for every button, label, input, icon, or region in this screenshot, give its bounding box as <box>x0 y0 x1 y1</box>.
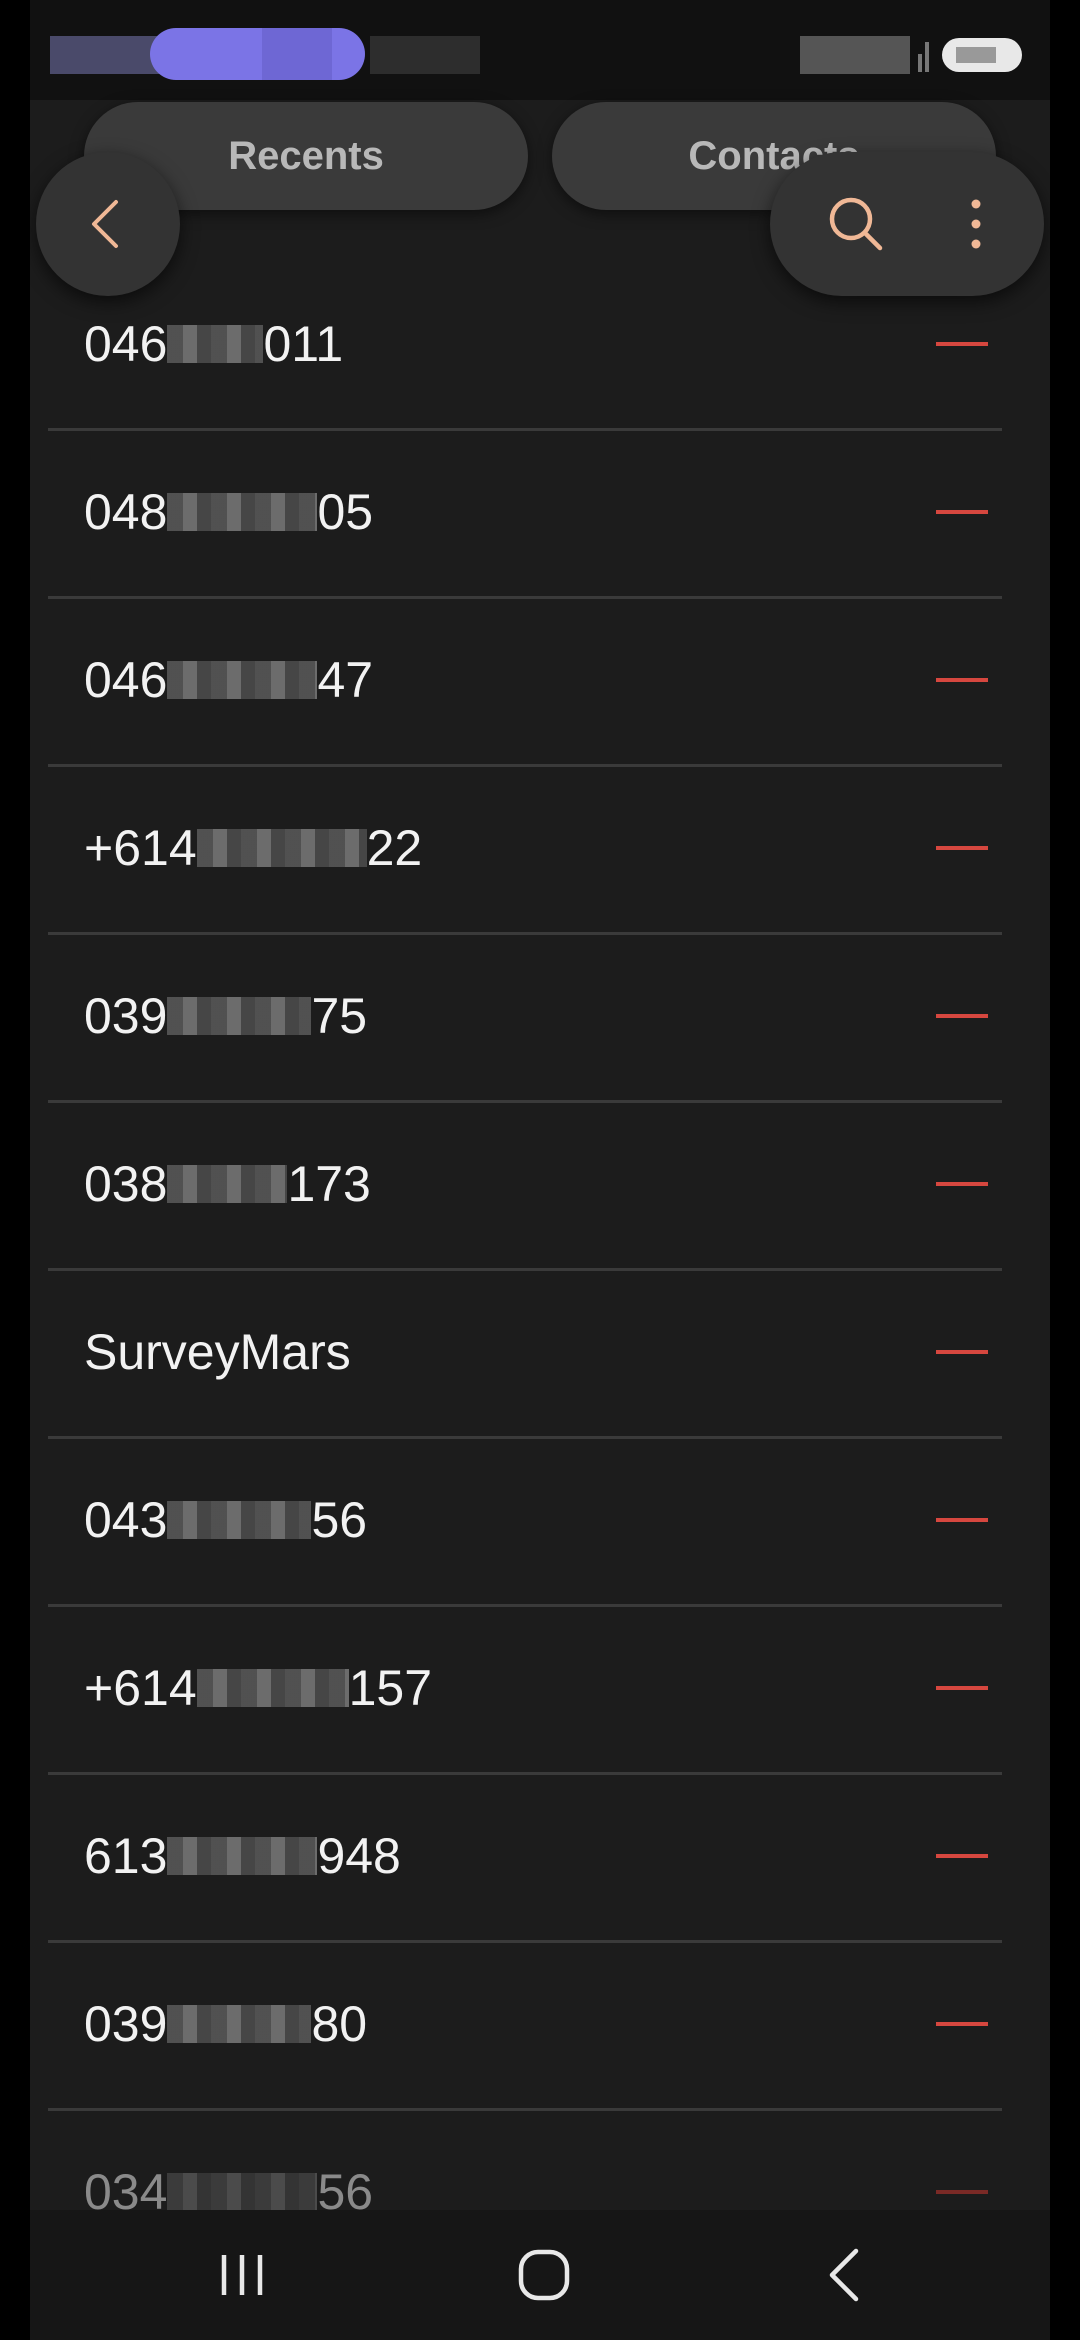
remove-button[interactable] <box>936 678 988 682</box>
recent-apps-icon <box>221 2255 263 2295</box>
redacted-digits <box>167 2005 312 2043</box>
remove-button[interactable] <box>936 1518 988 1522</box>
list-item[interactable]: 039 80 <box>48 1940 1002 2111</box>
toolbar-actions <box>770 152 1044 296</box>
navigation-bar <box>30 2210 1050 2340</box>
back-button[interactable] <box>36 152 180 296</box>
chevron-left-icon <box>92 200 118 248</box>
remove-button[interactable] <box>936 1350 988 1354</box>
blocked-contact-name: SurveyMars <box>84 1324 351 1380</box>
blocked-number: 048 05 <box>84 484 374 540</box>
redacted-digits <box>167 1501 312 1539</box>
redacted-digits <box>167 661 318 699</box>
list-item[interactable]: 048 05 <box>48 428 1002 599</box>
remove-button[interactable] <box>936 846 988 850</box>
home-button[interactable] <box>494 2230 594 2320</box>
blocked-number: 039 75 <box>84 988 368 1044</box>
redacted-digits <box>167 997 312 1035</box>
status-redacted <box>50 36 160 74</box>
back-arrow-icon <box>829 2248 859 2302</box>
redacted-digits <box>196 1669 349 1707</box>
status-redacted <box>800 36 910 74</box>
status-bar <box>30 0 1050 100</box>
redacted-digits <box>167 493 318 531</box>
blocked-number: 046 011 <box>84 316 344 372</box>
home-icon <box>518 2249 570 2301</box>
battery-icon <box>942 38 1022 72</box>
list-item[interactable]: SurveyMars <box>48 1268 1002 1439</box>
system-back-button[interactable] <box>796 2230 896 2320</box>
list-item[interactable]: 613 948 <box>48 1772 1002 1943</box>
search-button[interactable] <box>820 188 892 260</box>
search-icon <box>829 197 883 251</box>
blocked-number: +614 157 <box>84 1660 433 1716</box>
redacted-digits <box>167 1165 288 1203</box>
screen: 046 011 048 05 046 47 +614 22 039 75 038 173 S… <box>30 0 1050 2340</box>
blocked-number: 039 80 <box>84 1996 368 2052</box>
signal-icon <box>918 40 932 72</box>
remove-button[interactable] <box>936 510 988 514</box>
blocked-number: +614 22 <box>84 820 423 876</box>
blocked-number: 613 948 <box>84 1828 401 1884</box>
more-options-button[interactable] <box>956 188 996 260</box>
blocked-number: 043 56 <box>84 1492 368 1548</box>
list-item[interactable]: 039 75 <box>48 932 1002 1103</box>
list-item[interactable]: 038 173 <box>48 1100 1002 1271</box>
recent-apps-button[interactable] <box>192 2230 292 2320</box>
list-item[interactable]: 043 56 <box>48 1436 1002 1607</box>
remove-button[interactable] <box>936 2022 988 2026</box>
blocked-number: 038 173 <box>84 1156 371 1212</box>
remove-button[interactable] <box>936 1686 988 1690</box>
remove-button[interactable] <box>936 1854 988 1858</box>
blocked-number: 046 47 <box>84 652 374 708</box>
redacted-digits <box>167 2173 318 2211</box>
remove-button[interactable] <box>936 1014 988 1018</box>
status-redacted <box>370 36 480 74</box>
list-item[interactable]: +614 157 <box>48 1604 1002 1775</box>
redacted-digits <box>167 1837 318 1875</box>
remove-button[interactable] <box>936 342 988 346</box>
redacted-digits <box>167 325 264 363</box>
status-indicator-pill <box>150 28 365 80</box>
list-item[interactable]: +614 22 <box>48 764 1002 935</box>
list-item[interactable]: 046 47 <box>48 596 1002 767</box>
remove-button[interactable] <box>936 1182 988 1186</box>
more-vertical-icon <box>971 199 981 249</box>
remove-button[interactable] <box>936 2190 988 2194</box>
redacted-digits <box>196 829 367 867</box>
